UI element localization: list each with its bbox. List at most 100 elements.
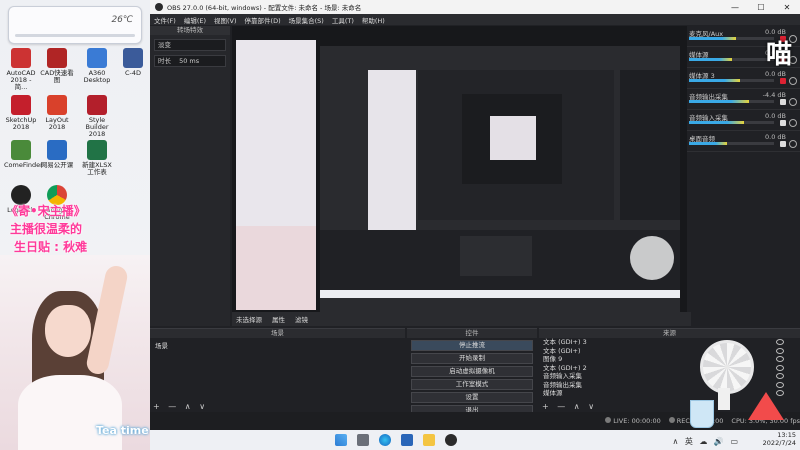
live-indicator-icon bbox=[605, 417, 612, 423]
menu-tools[interactable]: 工具(T) bbox=[332, 15, 354, 25]
channel-db: -4.4 dB bbox=[762, 91, 786, 99]
webcam-overlay: Tea time bbox=[0, 255, 150, 450]
menu-scene-collection[interactable]: 场景集合(S) bbox=[289, 15, 324, 25]
desktop-icon-c4d[interactable]: C-4D bbox=[116, 48, 150, 77]
menu-file[interactable]: 文件(F) bbox=[154, 15, 176, 25]
source-dock-buttons[interactable]: + — ∧ ∨ bbox=[542, 402, 597, 411]
volume-level bbox=[689, 79, 740, 82]
obs-taskbar-icon[interactable] bbox=[445, 434, 457, 446]
desktop-icon-open-course[interactable]: 网易公开课 bbox=[40, 140, 74, 169]
volume-level bbox=[689, 121, 745, 124]
eye-icon[interactable] bbox=[776, 364, 784, 371]
volume-slider[interactable] bbox=[689, 79, 774, 82]
taskbar-apps bbox=[335, 434, 457, 446]
clock-date: 2022/7/24 bbox=[762, 439, 796, 447]
desktop: 26℃ AutoCAD 2018 - 简... CAD快速看图 A360 Des… bbox=[0, 0, 150, 450]
cad-viewer-icon bbox=[47, 48, 67, 68]
speaker-icon[interactable] bbox=[780, 141, 786, 147]
gear-icon[interactable] bbox=[789, 77, 797, 85]
menu-docks[interactable]: 停靠部件(D) bbox=[245, 15, 281, 25]
sources-header: 来源 bbox=[539, 329, 800, 338]
channel-db: 0.0 dB bbox=[765, 70, 786, 78]
minimize-icon[interactable]: — bbox=[722, 3, 748, 12]
source-item[interactable]: 图像 9 bbox=[539, 355, 800, 364]
properties-button[interactable]: 属性 bbox=[272, 314, 285, 324]
desktop-icon-xlsx[interactable]: 新建XLSX工作表 bbox=[80, 140, 114, 176]
speaker-icon[interactable] bbox=[780, 120, 786, 126]
caption-line-2: 主播很温柔的 bbox=[10, 222, 83, 236]
rec-indicator-icon bbox=[668, 417, 675, 423]
autocad-icon bbox=[11, 48, 31, 68]
source-item[interactable]: 文本 (GDI+) 2 bbox=[539, 364, 800, 373]
task-view-icon[interactable] bbox=[357, 434, 369, 446]
volume-slider[interactable] bbox=[689, 142, 774, 145]
start-virtual-camera-button[interactable]: 启动虚拟摄像机 bbox=[411, 366, 533, 377]
stop-streaming-button[interactable]: 停止推流 bbox=[411, 340, 533, 351]
volume-slider[interactable] bbox=[689, 58, 774, 61]
gear-icon[interactable] bbox=[789, 140, 797, 148]
menu-help[interactable]: 帮助(H) bbox=[362, 15, 385, 25]
duration-field[interactable]: 时长 50 ms bbox=[154, 55, 226, 67]
menu-view[interactable]: 视图(V) bbox=[214, 15, 237, 25]
desktop-icon-cad-viewer[interactable]: CAD快速看图 bbox=[40, 48, 74, 84]
source-item[interactable]: 音频输入采集 bbox=[539, 372, 800, 381]
source-item[interactable]: 文本 (GDI+) 3 bbox=[539, 338, 800, 347]
tea-time-sticker: Tea time bbox=[96, 424, 149, 437]
channel-db: 0.0 dB bbox=[765, 112, 786, 120]
cat-sticker: 喵 bbox=[765, 40, 792, 70]
desktop-icon-autocad[interactable]: AutoCAD 2018 - 简... bbox=[4, 48, 38, 91]
eye-icon[interactable] bbox=[776, 347, 784, 354]
desktop-icon-style-builder[interactable]: Style Builder 2018 bbox=[80, 95, 114, 138]
window-controls: — ☐ ✕ bbox=[722, 3, 800, 12]
scene-item[interactable]: 场景 bbox=[152, 340, 403, 350]
live-status: LIVE: 00:00:00 bbox=[605, 417, 661, 425]
transitions-panel: 转场特效 淡变 时长 50 ms bbox=[150, 26, 230, 326]
desktop-icon-layout[interactable]: LayOut 2018 bbox=[40, 95, 74, 131]
studio-mode-button[interactable]: 工作室模式 bbox=[411, 379, 533, 390]
edge-icon[interactable] bbox=[379, 434, 391, 446]
eye-icon[interactable] bbox=[776, 373, 784, 380]
system-tray-icons[interactable]: ∧ 英 ☁ 🔊 ▭ bbox=[672, 436, 740, 447]
volume-slider[interactable] bbox=[689, 121, 774, 124]
clock[interactable]: 13:15 2022/7/24 bbox=[763, 431, 796, 447]
desktop-icon-a360[interactable]: A360 Desktop bbox=[80, 48, 114, 84]
mixer-channel: 桌面音频 0.0 dB bbox=[687, 131, 800, 152]
excel-icon bbox=[87, 140, 107, 160]
layout-icon bbox=[47, 95, 67, 115]
eye-icon[interactable] bbox=[776, 381, 784, 388]
desktop-icon-comefinder[interactable]: ComeFinder bbox=[4, 140, 43, 169]
volume-slider[interactable] bbox=[689, 100, 774, 103]
controls-dock: 控件 停止推流 开始录制 启动虚拟摄像机 工作室模式 设置 退出 bbox=[407, 328, 537, 416]
source-item[interactable]: 音频输出采集 bbox=[539, 381, 800, 390]
source-item[interactable]: 文本 (GDI+) bbox=[539, 347, 800, 356]
source-toolbar: 未选择源 属性 滤镜 bbox=[232, 312, 691, 326]
eye-icon[interactable] bbox=[776, 356, 784, 363]
volume-slider[interactable] bbox=[689, 37, 774, 40]
ac-vent bbox=[15, 34, 135, 37]
gear-icon[interactable] bbox=[789, 119, 797, 127]
speaker-muted-icon[interactable] bbox=[780, 78, 786, 84]
duration-label: 时长 bbox=[158, 57, 171, 65]
store-icon[interactable] bbox=[401, 434, 413, 446]
filters-button[interactable]: 滤镜 bbox=[295, 314, 308, 324]
settings-button[interactable]: 设置 bbox=[411, 392, 533, 403]
open-course-icon bbox=[47, 140, 67, 160]
scene-dock-buttons[interactable]: + — ∧ ∨ bbox=[153, 402, 208, 411]
audio-mixer: 麦克风/Aux 0.0 dB 媒体源 0.0 dB 媒体源 3 0.0 dB 音… bbox=[687, 26, 800, 326]
preview-canvas[interactable] bbox=[232, 26, 687, 322]
mixer-channel: 媒体源 3 0.0 dB bbox=[687, 68, 800, 89]
start-recording-button[interactable]: 开始录制 bbox=[411, 353, 533, 364]
desktop-icon-sketchup[interactable]: SketchUp 2018 bbox=[4, 95, 38, 131]
file-explorer-icon[interactable] bbox=[423, 434, 435, 446]
transition-select[interactable]: 淡变 bbox=[154, 39, 226, 51]
eye-icon[interactable] bbox=[776, 339, 784, 346]
menu-edit[interactable]: 编辑(E) bbox=[184, 15, 206, 25]
title-bar: OBS 27.0.0 (64-bit, windows) - 配置文件: 未命名… bbox=[150, 0, 800, 14]
gear-icon[interactable] bbox=[789, 98, 797, 106]
sketchup-icon bbox=[11, 95, 31, 115]
maximize-icon[interactable]: ☐ bbox=[748, 3, 774, 12]
windows-start-icon[interactable] bbox=[335, 434, 347, 446]
mixer-channel: 音频输出采集 -4.4 dB bbox=[687, 89, 800, 110]
speaker-icon[interactable] bbox=[780, 99, 786, 105]
close-icon[interactable]: ✕ bbox=[774, 3, 800, 12]
